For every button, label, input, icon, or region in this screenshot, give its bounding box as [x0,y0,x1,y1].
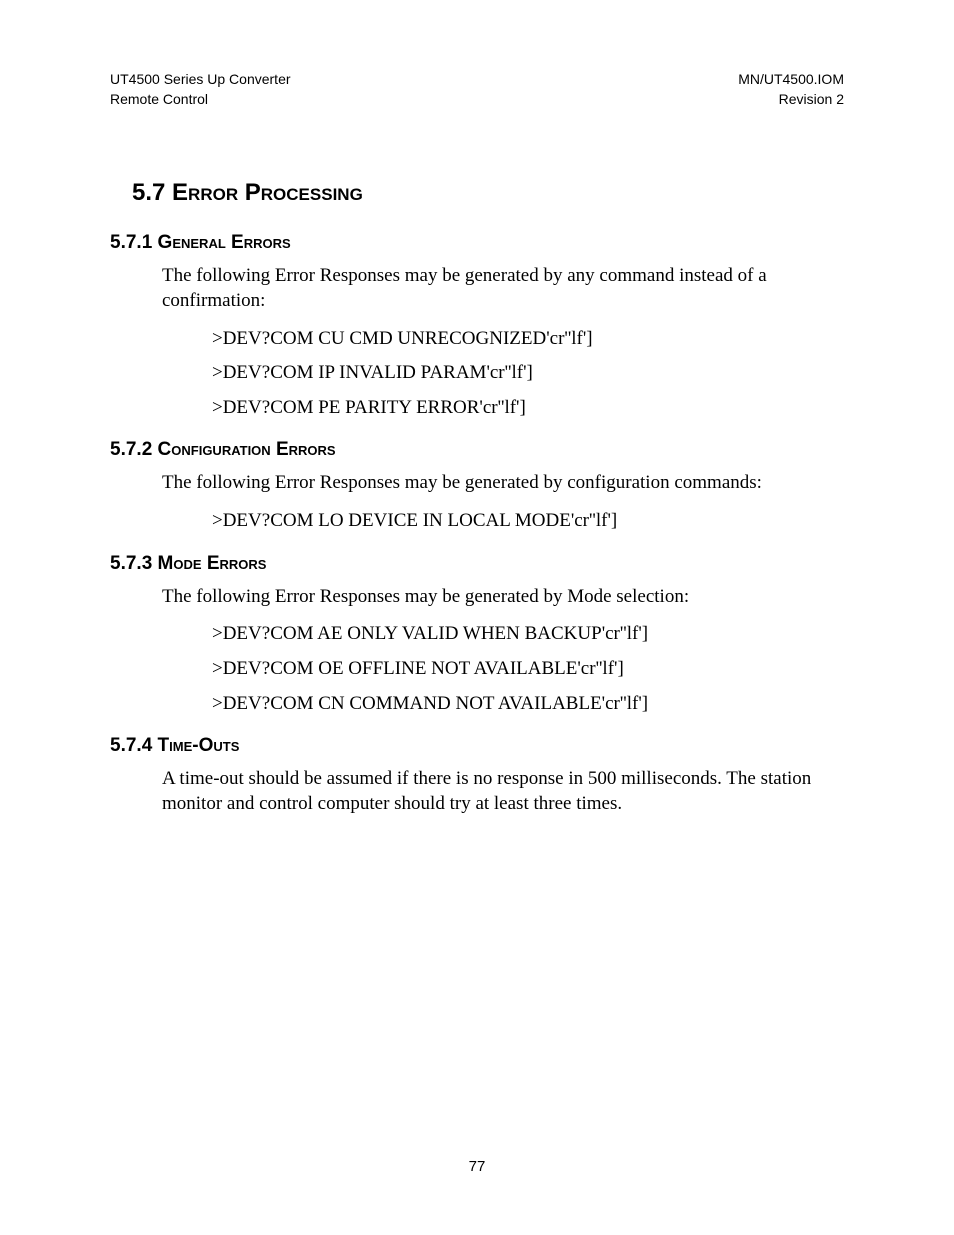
subsection-title: Configuration Errors [158,439,336,460]
subsection-mode-errors: 5.7.3 Mode Errors The following Error Re… [110,553,844,717]
code-line: >DEV?COM LO DEVICE IN LOCAL MODE'cr''lf'… [212,508,844,535]
subsection-number: 5.7.3 [110,553,152,574]
section-number: 5.7 [132,179,165,206]
header-section: Remote Control [110,90,291,110]
subsection-time-outs: 5.7.4 Time-Outs A time-out should be ass… [110,735,844,816]
subsection-number: 5.7.1 [110,232,152,253]
subsection-title: General Errors [158,232,291,253]
body-paragraph: The following Error Responses may be gen… [162,585,844,610]
subsection-heading: 5.7.3 Mode Errors [110,553,844,575]
code-line: >DEV?COM IP INVALID PARAM'cr''lf'] [212,360,844,387]
page-number: 77 [0,1158,954,1175]
subsection-configuration-errors: 5.7.2 Configuration Errors The following… [110,439,844,534]
section-heading: 5.7 Error Processing [132,179,844,207]
section-title: Error Processing [172,179,363,206]
code-line: >DEV?COM AE ONLY VALID WHEN BACKUP'cr''l… [212,621,844,648]
code-line: >DEV?COM OE OFFLINE NOT AVAILABLE'cr''lf… [212,656,844,683]
page-content: UT4500 Series Up Converter Remote Contro… [0,0,954,816]
body-paragraph: The following Error Responses may be gen… [162,264,844,313]
header-product: UT4500 Series Up Converter [110,70,291,90]
body-paragraph: A time-out should be assumed if there is… [162,767,844,816]
header-left: UT4500 Series Up Converter Remote Contro… [110,70,291,109]
subsection-heading: 5.7.1 General Errors [110,232,844,254]
subsection-general-errors: 5.7.1 General Errors The following Error… [110,232,844,421]
header-manual: MN/UT4500.IOM [738,70,844,90]
body-paragraph: The following Error Responses may be gen… [162,471,844,496]
subsection-number: 5.7.2 [110,439,152,460]
subsection-heading: 5.7.4 Time-Outs [110,735,844,757]
code-line: >DEV?COM PE PARITY ERROR'cr''lf'] [212,395,844,422]
code-line: >DEV?COM CU CMD UNRECOGNIZED'cr''lf'] [212,326,844,353]
page-header: UT4500 Series Up Converter Remote Contro… [110,70,844,109]
header-revision: Revision 2 [738,90,844,110]
subsection-number: 5.7.4 [110,735,152,756]
subsection-title: Mode Errors [158,553,267,574]
subsection-heading: 5.7.2 Configuration Errors [110,439,844,461]
code-line: >DEV?COM CN COMMAND NOT AVAILABLE'cr''lf… [212,691,844,718]
subsection-title: Time-Outs [158,735,240,756]
header-right: MN/UT4500.IOM Revision 2 [738,70,844,109]
